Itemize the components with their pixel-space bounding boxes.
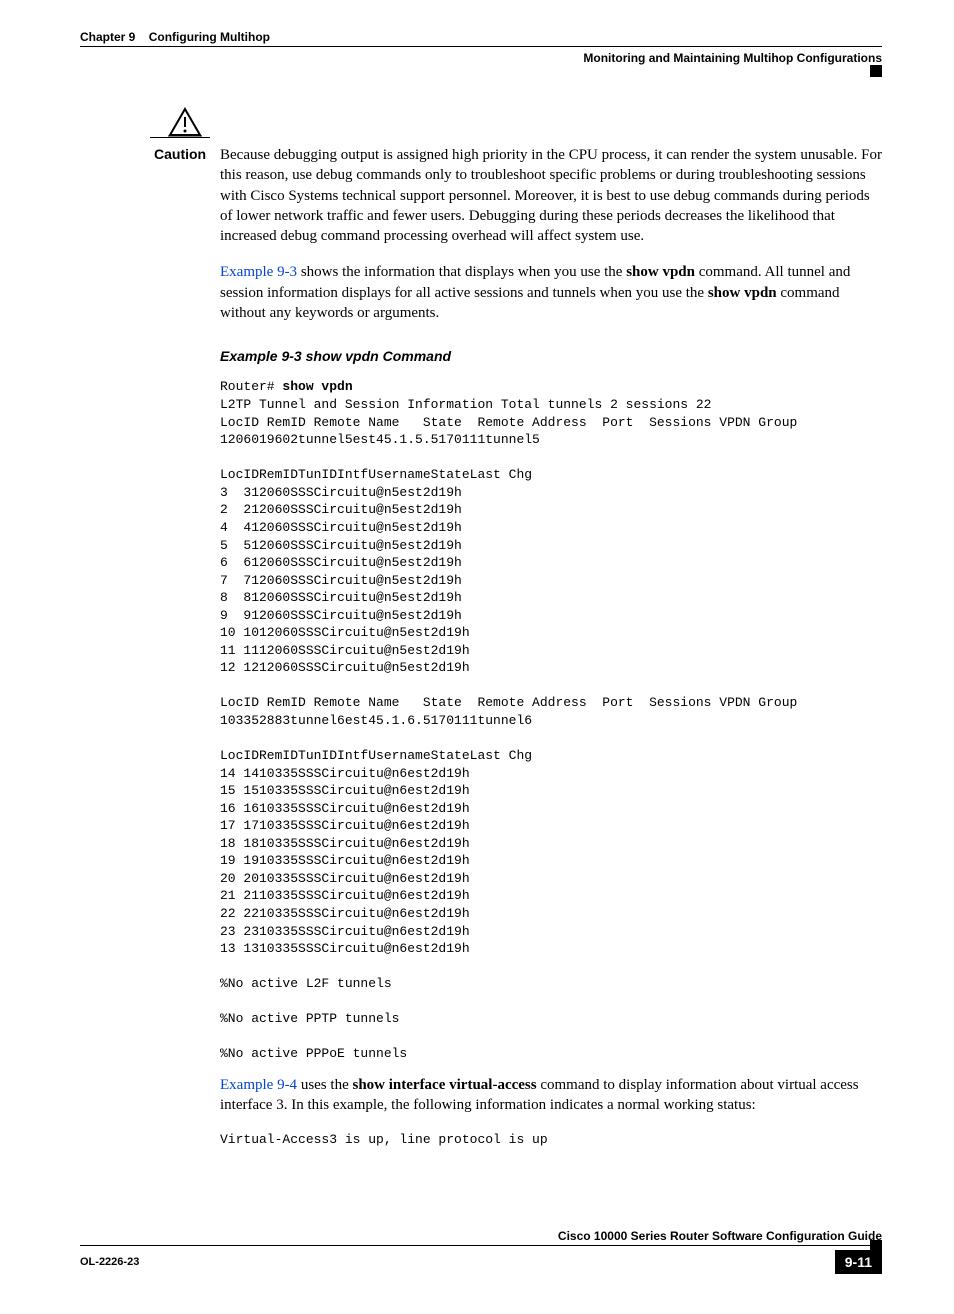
cmd-show-vpdn-1: show vpdn — [626, 264, 695, 280]
terminal-output: L2TP Tunnel and Session Information Tota… — [220, 396, 882, 1063]
page-number-badge: 9-11 — [835, 1250, 882, 1274]
cmd-show-interface: show interface virtual-access — [352, 1077, 536, 1093]
page-container: Chapter 9 Configuring Multihop Monitorin… — [0, 0, 954, 1314]
caution-label: Caution — [154, 145, 206, 164]
followup-text-1: uses the — [297, 1077, 352, 1093]
terminal-prompt-line: Router# show vpdn — [220, 376, 882, 396]
warning-icon — [160, 107, 210, 137]
caution-text: Because debugging output is assigned hig… — [220, 145, 882, 246]
caution-rule — [150, 137, 210, 138]
followup-code: Virtual-Access3 is up, line protocol is … — [220, 1131, 882, 1149]
followup-paragraph: Example 9-4 uses the show interface virt… — [220, 1075, 882, 1116]
intro-paragraph: Example 9-3 shows the information that d… — [220, 262, 882, 323]
intro-text-1: shows the information that displays when… — [297, 264, 626, 280]
chapter-label: Chapter 9 Configuring Multihop — [80, 30, 270, 44]
page-footer: Cisco 10000 Series Router Software Confi… — [80, 1229, 882, 1274]
section-title: Monitoring and Maintaining Multihop Conf… — [80, 51, 882, 65]
example-title: Example 9-3 show vpdn Command — [220, 347, 882, 366]
example-9-3-link[interactable]: Example 9-3 — [220, 264, 297, 280]
footer-row: OL-2226-23 9-11 — [80, 1250, 882, 1274]
router-command: show vpdn — [282, 379, 352, 394]
chapter-number: Chapter 9 — [80, 30, 135, 44]
footer-rule — [80, 1245, 882, 1246]
running-header: Chapter 9 Configuring Multihop — [80, 30, 882, 47]
example-9-4-link[interactable]: Example 9-4 — [220, 1077, 297, 1093]
chapter-title: Configuring Multihop — [149, 30, 270, 44]
cmd-show-vpdn-2: show vpdn — [708, 285, 777, 301]
doc-id: OL-2226-23 — [80, 1256, 139, 1268]
caution-block: Caution Because debugging output is assi… — [220, 145, 882, 246]
footer-guide-title: Cisco 10000 Series Router Software Confi… — [80, 1229, 882, 1243]
router-prompt: Router# — [220, 379, 282, 394]
body-content: Caution Because debugging output is assi… — [220, 145, 882, 1149]
header-decor — [80, 65, 882, 75]
